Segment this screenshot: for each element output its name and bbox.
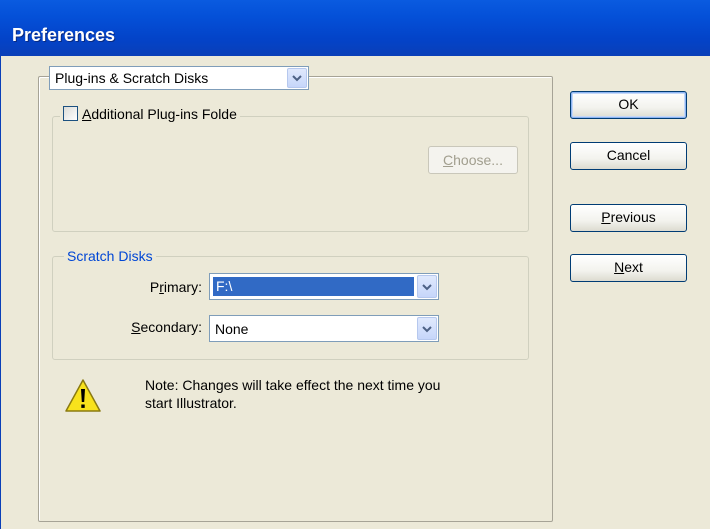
title-bar[interactable]: Preferences — [0, 0, 710, 56]
dropdown-arrow-button[interactable] — [417, 317, 437, 340]
preferences-page-value: Plug-ins & Scratch Disks — [55, 70, 209, 86]
choose-button[interactable]: Choose... — [428, 146, 518, 174]
primary-scratch-disk-dropdown[interactable]: F:\ — [209, 273, 439, 300]
additional-plugins-checkbox[interactable] — [63, 106, 78, 121]
secondary-scratch-disk-dropdown[interactable]: None — [209, 315, 439, 342]
next-label: ext — [624, 259, 643, 275]
previous-button[interactable]: Previous — [570, 204, 687, 232]
primary-label-end: imary: — [163, 279, 202, 295]
choose-label: hoose... — [453, 152, 503, 168]
cancel-button[interactable]: Cancel — [570, 142, 687, 170]
dropdown-arrow-button[interactable] — [417, 275, 437, 298]
note-line-2: start Illustrator. — [145, 395, 237, 411]
chevron-down-icon — [292, 75, 302, 82]
chevron-down-icon — [422, 283, 432, 290]
scratch-disks-legend: Scratch Disks — [64, 248, 156, 264]
choose-mnemonic: C — [443, 152, 454, 168]
additional-plugins-group — [52, 116, 529, 232]
next-mnemonic: N — [614, 259, 625, 275]
primary-label-start: P — [149, 279, 160, 295]
primary-label: Primary: — [100, 279, 202, 295]
ok-button[interactable]: OK — [570, 91, 687, 119]
window-title: Preferences — [12, 25, 116, 45]
chevron-down-icon — [422, 325, 432, 332]
previous-label: revious — [610, 209, 656, 225]
note-line-1: Note: Changes will take effect the next … — [145, 377, 441, 393]
scratch-disks-group — [52, 256, 529, 360]
checkbox-mnemonic: A — [82, 106, 92, 122]
secondary-scratch-disk-value: None — [215, 321, 249, 337]
preferences-page-dropdown[interactable]: Plug-ins & Scratch Disks — [49, 66, 309, 90]
secondary-label-end: econdary: — [140, 319, 202, 335]
secondary-label: Secondary: — [100, 319, 202, 335]
dropdown-arrow-button[interactable] — [287, 68, 307, 88]
next-button[interactable]: Next — [570, 254, 687, 282]
restart-note: Note: Changes will take effect the next … — [145, 376, 525, 412]
primary-scratch-disk-value: F:\ — [213, 277, 414, 296]
secondary-mnemonic: S — [131, 319, 141, 335]
additional-plugins-checkbox-row[interactable]: Additional Plug-ins Folde — [60, 106, 240, 122]
previous-mnemonic: P — [601, 209, 611, 225]
additional-plugins-label: dditional Plug-ins Folde — [91, 106, 237, 122]
warning-icon — [65, 379, 101, 412]
